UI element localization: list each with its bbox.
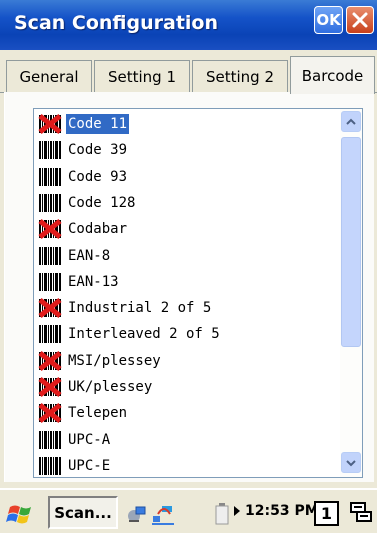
scroll-up-button[interactable] [341, 111, 361, 132]
tab-setting-2[interactable]: Setting 2 [192, 60, 288, 92]
list-item[interactable]: UPC-E [37, 454, 112, 477]
tab-general[interactable]: General [6, 60, 92, 92]
task-button-scan[interactable]: Scan... [48, 496, 118, 529]
list-item[interactable]: Code 93 [37, 165, 129, 189]
list-item-label: EAN-8 [68, 247, 111, 264]
barcode-icon[interactable] [37, 430, 63, 450]
scroll-thumb[interactable] [341, 137, 361, 347]
list-item[interactable]: EAN-13 [37, 270, 121, 294]
barcode-icon[interactable] [37, 456, 63, 476]
list-item[interactable]: Interleaved 2 of 5 [37, 322, 222, 346]
barcode-icon[interactable] [37, 167, 63, 187]
tab-barcode[interactable]: Barcode [290, 56, 375, 94]
close-button[interactable] [346, 6, 374, 34]
list-item[interactable]: Code 39 [37, 138, 129, 162]
close-icon [352, 12, 368, 28]
list-item-label: Code 39 [68, 142, 128, 159]
barcode-disabled-icon[interactable] [37, 377, 63, 397]
sync-icon[interactable] [150, 502, 176, 526]
title-bar: Scan Configuration OK [0, 0, 377, 50]
list-item-label: Telepen [68, 405, 128, 422]
list-item[interactable]: EAN-8 [37, 244, 112, 268]
barcode-icon[interactable] [37, 193, 63, 213]
list-item-label: Code 11 [66, 114, 130, 134]
ok-button[interactable]: OK [314, 6, 343, 34]
barcode-disabled-icon[interactable] [37, 298, 63, 319]
list-item-label: Codabar [68, 221, 128, 238]
barcode-disabled-icon[interactable] [37, 350, 63, 371]
list-item-label: UK/plessey [68, 379, 153, 395]
window-title: Scan Configuration [14, 12, 219, 34]
list-item-label: Industrial 2 of 5 [68, 300, 212, 317]
barcode-icon[interactable] [37, 272, 63, 292]
taskbar: Scan... 12:53 PM 1 [0, 488, 377, 533]
desktop-switch-button[interactable]: 1 [314, 501, 339, 526]
tab-setting-1[interactable]: Setting 1 [94, 60, 190, 92]
list-item-label: Code 93 [68, 168, 128, 185]
list-item-label: UPC-E [68, 457, 111, 474]
barcode-disabled-icon[interactable] [37, 114, 63, 134]
list-item[interactable]: UK/plessey [37, 375, 154, 399]
list-item[interactable]: Telepen [37, 401, 129, 425]
barcode-list: Code 11 Code 39 Code 93 Code 128 Codabar EAN-… [34, 109, 339, 477]
list-item[interactable]: Code 11 [37, 112, 130, 136]
barcode-icon[interactable] [37, 324, 63, 344]
barcode-listbox[interactable]: Code 11 Code 39 Code 93 Code 128 Codabar EAN-… [33, 108, 363, 478]
list-item[interactable]: UPC-A [37, 428, 112, 452]
list-item-label: Interleaved 2 of 5 [68, 326, 220, 343]
list-item[interactable]: MSI/plessey [37, 349, 163, 373]
barcode-disabled-icon[interactable] [37, 403, 63, 424]
barcode-icon[interactable] [37, 140, 63, 160]
tab-strip: General Setting 1 Setting 2 Barcode [0, 50, 377, 94]
barcode-disabled-icon[interactable] [37, 219, 63, 240]
network-icon[interactable] [126, 502, 148, 526]
list-item-label: UPC-A [68, 431, 111, 448]
start-button[interactable] [6, 502, 38, 528]
chevron-down-icon [346, 459, 356, 466]
vertical-scrollbar[interactable] [340, 109, 362, 477]
list-item-label: MSI/plessey [68, 352, 161, 369]
scroll-down-button[interactable] [341, 452, 361, 473]
battery-icon[interactable] [214, 502, 230, 526]
chevron-up-icon [346, 118, 356, 125]
windows-flag-icon [6, 505, 31, 524]
barcode-icon[interactable] [37, 246, 63, 266]
list-item[interactable]: Industrial 2 of 5 [37, 296, 213, 320]
list-item-label: EAN-13 [68, 273, 119, 290]
list-item[interactable]: Codabar [37, 217, 129, 241]
list-item-label: Code 128 [68, 194, 136, 211]
clock[interactable]: 12:53 PM [245, 503, 319, 519]
input-panel-icon[interactable] [350, 500, 372, 526]
list-item[interactable]: Code 128 [37, 191, 137, 215]
tray-expand-icon[interactable] [234, 506, 240, 516]
